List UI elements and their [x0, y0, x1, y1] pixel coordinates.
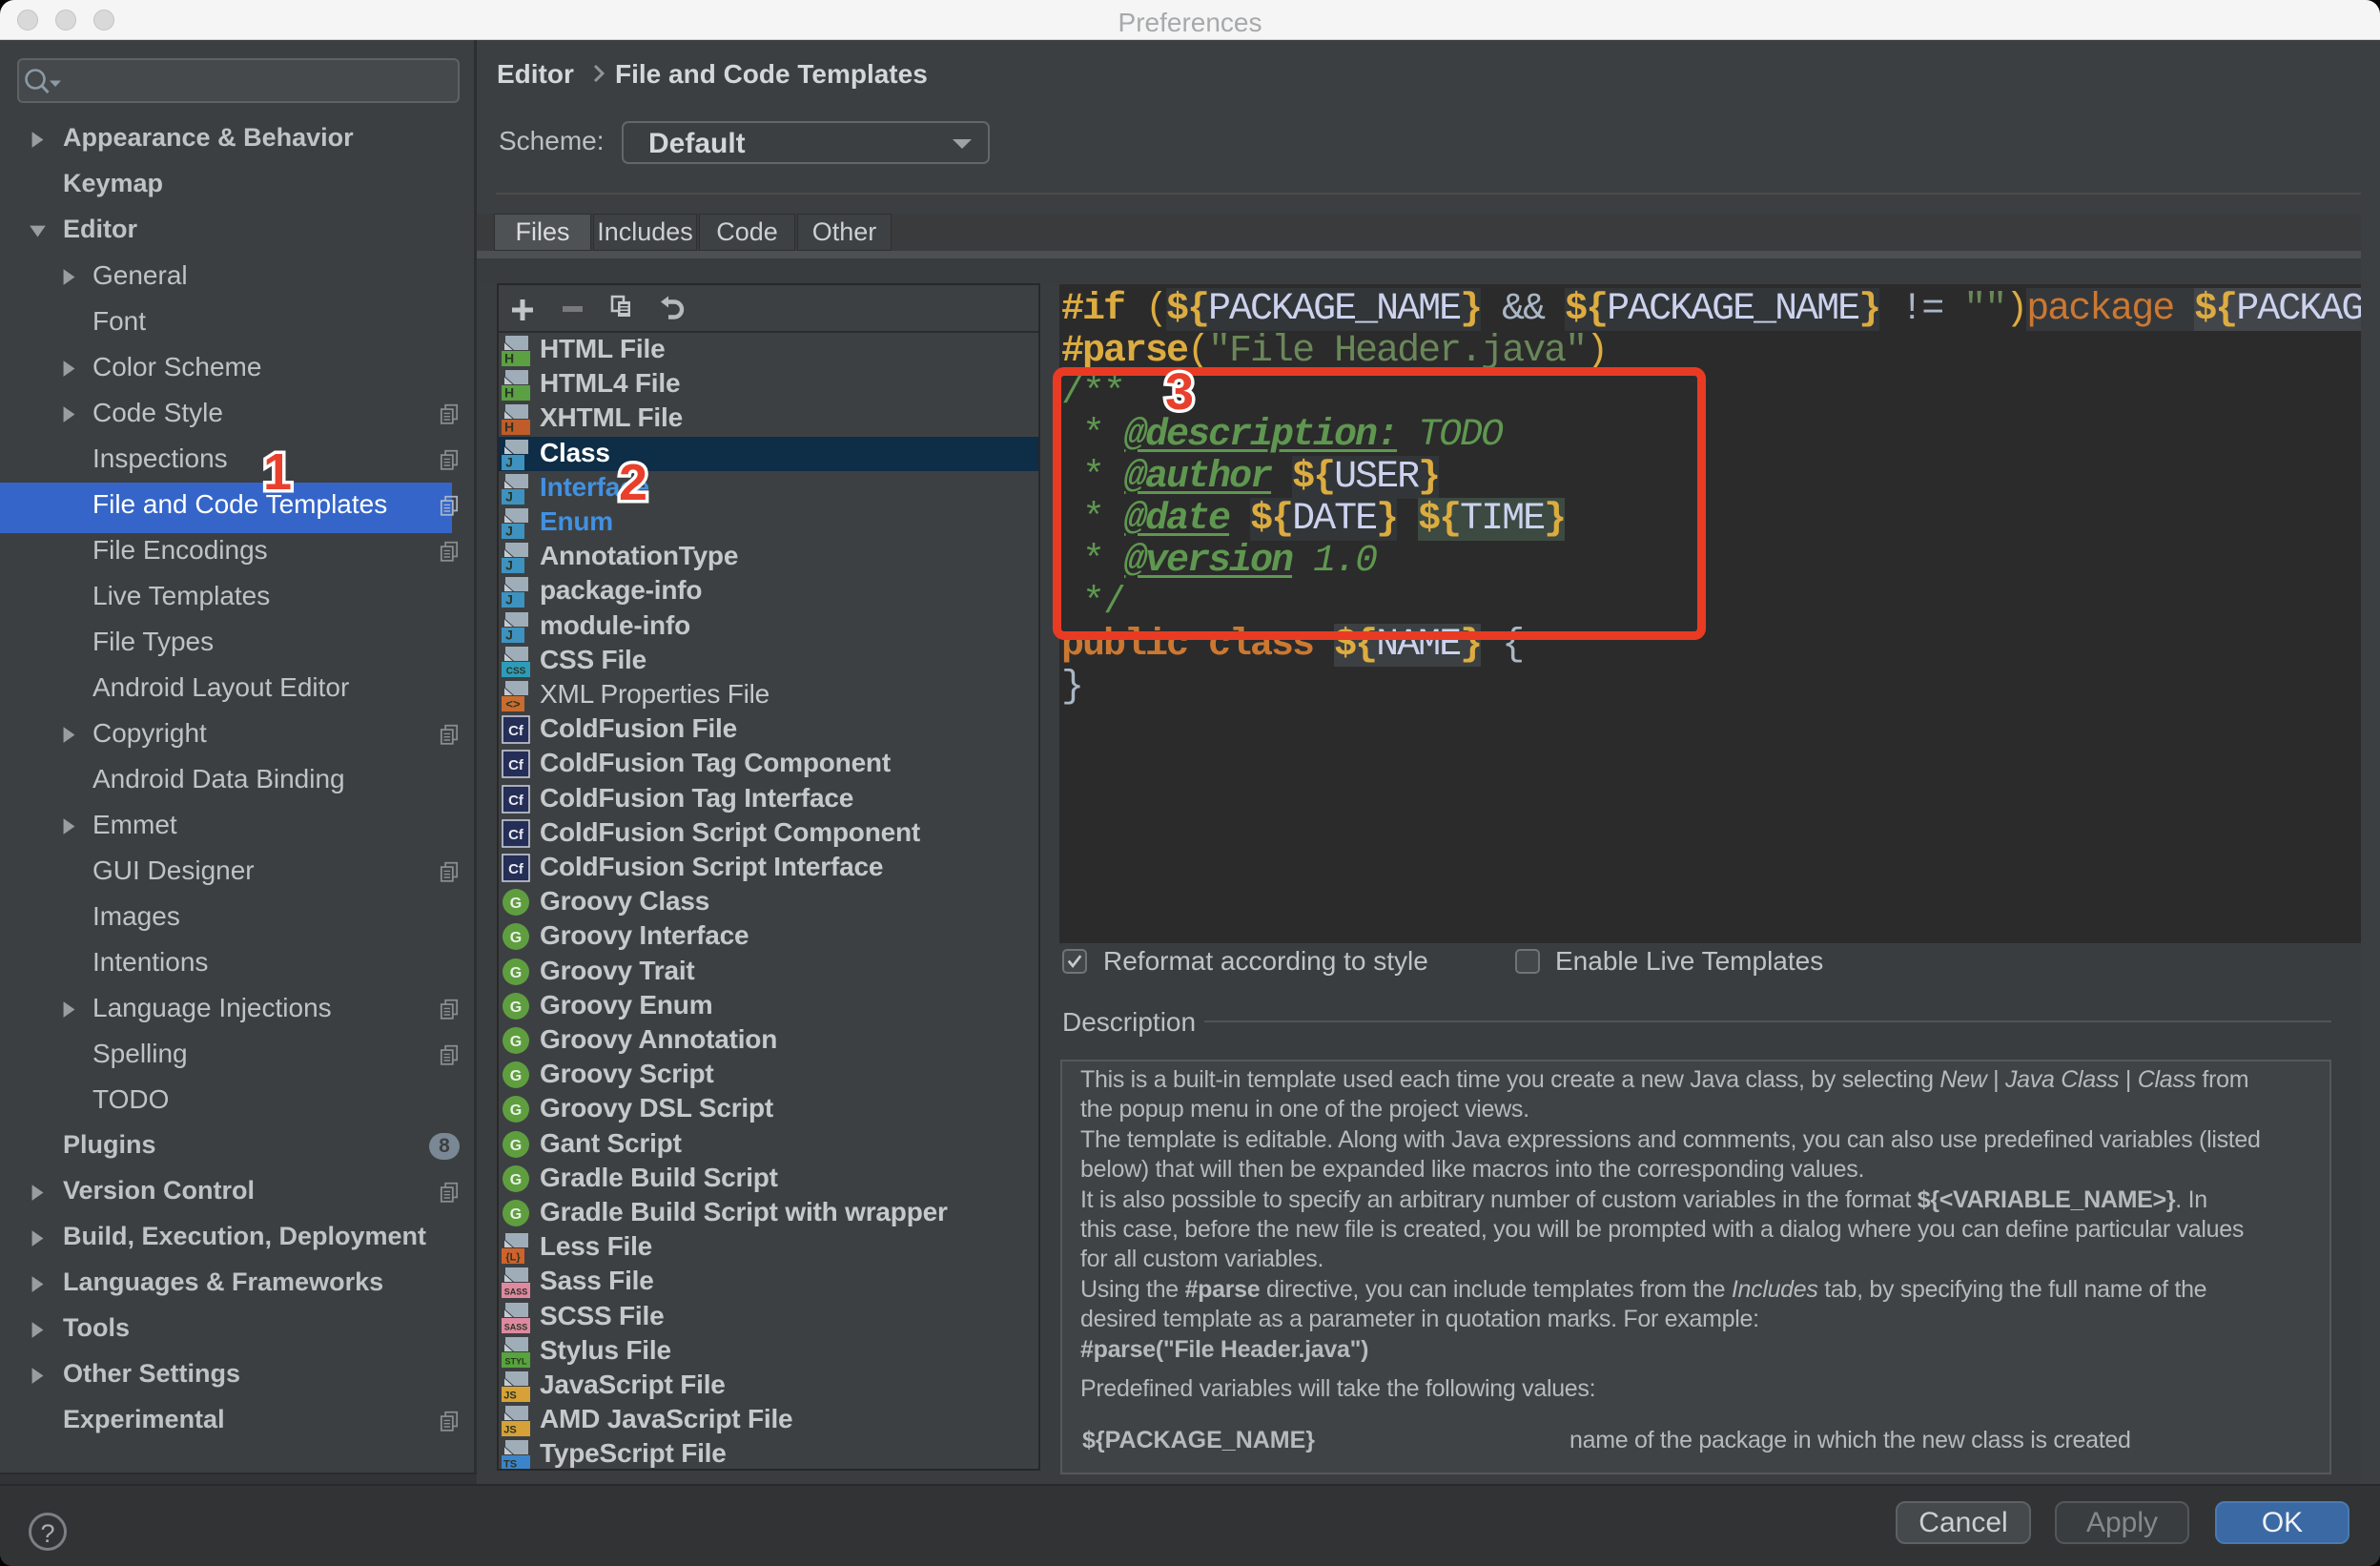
svg-text:JS: JS [503, 1425, 516, 1436]
svg-text:H: H [504, 420, 514, 435]
svg-text:Cf: Cf [508, 723, 524, 739]
svg-text:1: 1 [263, 443, 292, 501]
svg-text:J: J [505, 524, 513, 539]
svg-text:G: G [510, 896, 522, 912]
svg-text:H: H [504, 351, 514, 366]
svg-text:SASS: SASS [504, 1322, 528, 1331]
svg-text:G: G [510, 1206, 522, 1223]
svg-text:Cf: Cf [508, 793, 524, 809]
svg-text:{L}: {L} [505, 1252, 521, 1264]
svg-text:STYL: STYL [504, 1356, 527, 1366]
svg-text:J: J [505, 488, 513, 504]
svg-text:G: G [510, 1068, 522, 1084]
svg-text:JS: JS [503, 1391, 516, 1402]
svg-text:J: J [505, 592, 513, 608]
svg-text:G: G [510, 1172, 522, 1188]
svg-text:G: G [510, 930, 522, 946]
svg-text:2: 2 [619, 454, 647, 511]
svg-text:Cf: Cf [508, 757, 524, 773]
svg-text:SASS: SASS [504, 1288, 528, 1297]
svg-text:H: H [504, 385, 514, 401]
svg-text:G: G [510, 999, 522, 1016]
svg-text:TS: TS [503, 1459, 517, 1469]
svg-text:<>: <> [505, 697, 521, 711]
svg-text:G: G [510, 965, 522, 981]
svg-text:G: G [510, 1102, 522, 1119]
svg-text:J: J [505, 627, 513, 642]
svg-text:CSS: CSS [506, 666, 526, 676]
svg-text:Cf: Cf [508, 827, 524, 843]
svg-text:G: G [510, 1138, 522, 1154]
svg-text:G: G [510, 1034, 522, 1050]
svg-text:J: J [505, 454, 513, 469]
svg-text:3: 3 [1165, 363, 1194, 421]
svg-text:J: J [505, 558, 513, 573]
svg-text:Cf: Cf [508, 861, 524, 877]
